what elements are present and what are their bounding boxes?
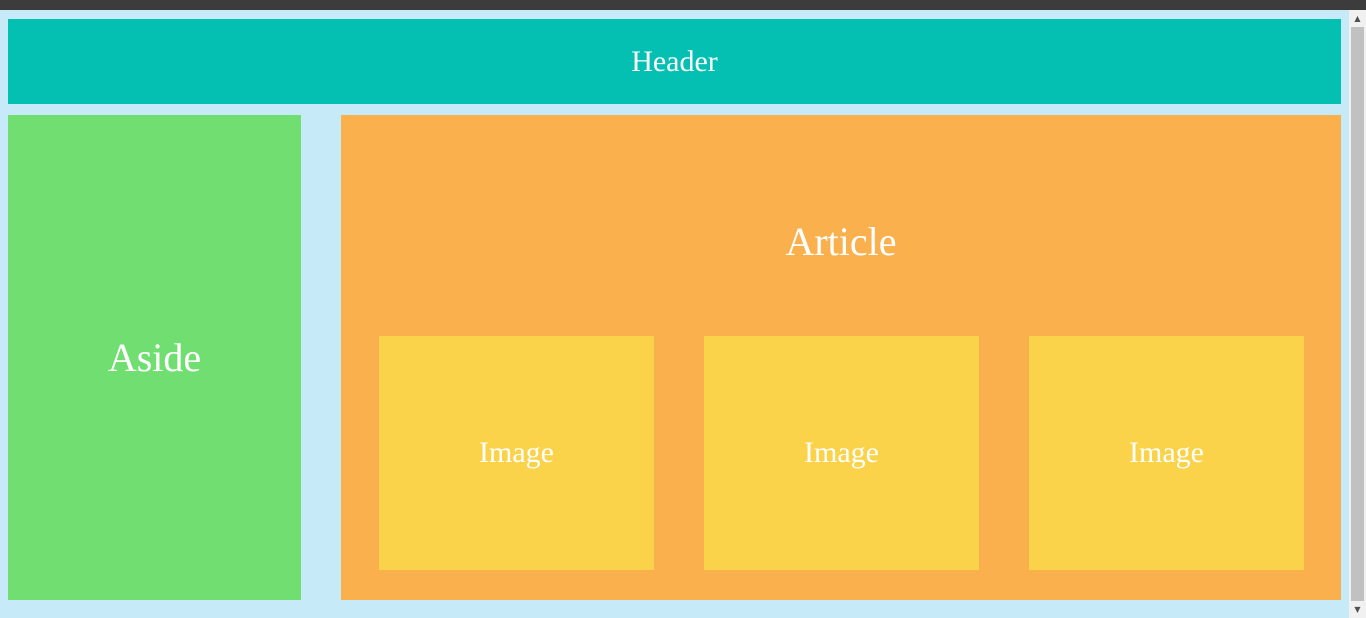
aside-label: Aside <box>107 335 202 380</box>
triangle-down-icon: ▼ <box>1354 605 1361 614</box>
scroll-down-button[interactable]: ▼ <box>1349 601 1366 618</box>
scrollbar-thumb[interactable] <box>1351 27 1364 601</box>
page: Header Aside Article Image Image Image <box>0 10 1349 618</box>
image-label: Image <box>1129 436 1204 469</box>
scroll-up-button[interactable]: ▲ <box>1349 10 1366 27</box>
header: Header <box>8 19 1341 104</box>
image-box: Image <box>1029 336 1304 570</box>
article-title: Article <box>785 219 897 264</box>
image-box: Image <box>379 336 654 570</box>
image-label: Image <box>804 436 879 469</box>
article: Article Image Image Image <box>341 115 1341 600</box>
header-label: Header <box>631 44 718 78</box>
triangle-up-icon: ▲ <box>1354 14 1361 23</box>
image-label: Image <box>479 436 554 469</box>
aside: Aside <box>8 115 301 600</box>
image-box: Image <box>704 336 979 570</box>
browser-top-strip <box>0 0 1366 10</box>
vertical-scrollbar[interactable]: ▲ ▼ <box>1349 10 1366 618</box>
